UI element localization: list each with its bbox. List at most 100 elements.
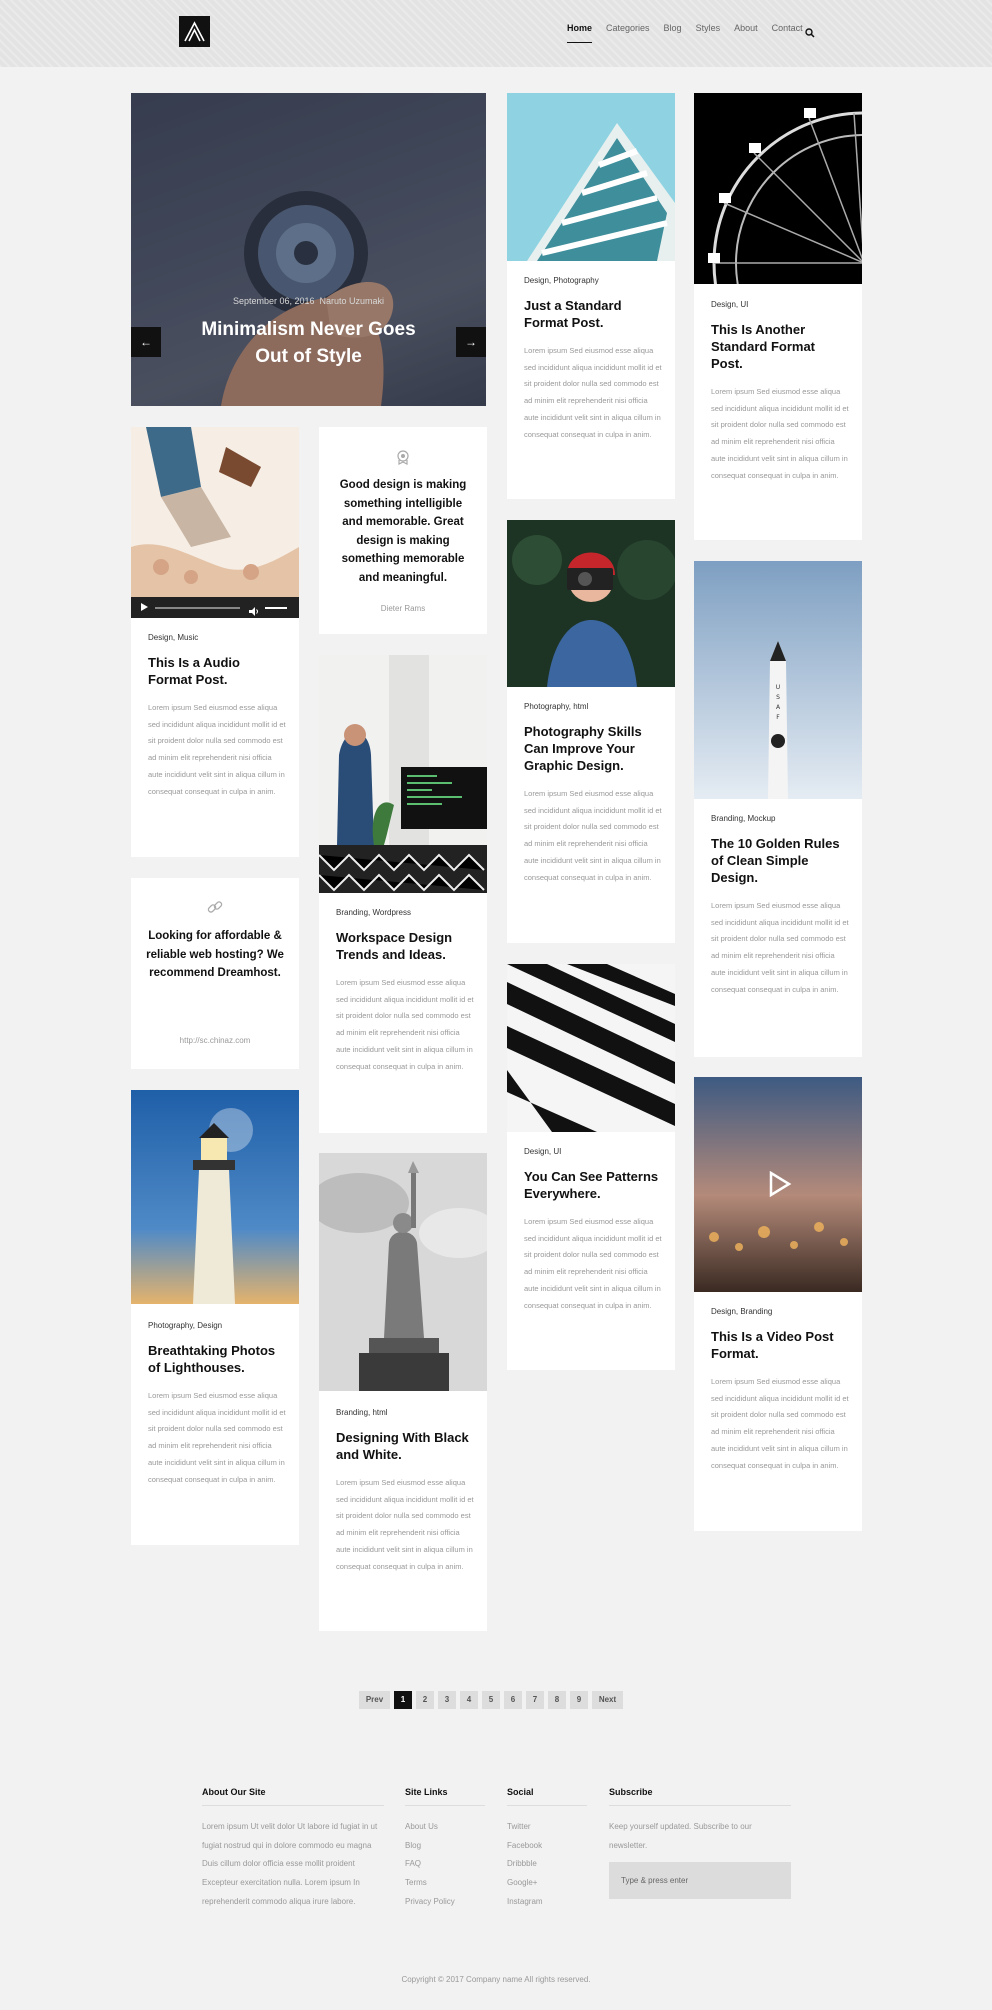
slide-author[interactable]: Naruto Uzumaki [320, 296, 385, 306]
pagination-page[interactable]: 2 [416, 1691, 434, 1709]
post-title[interactable]: This Is a Video Post Format. [711, 1328, 849, 1362]
pagination-page[interactable]: 3 [438, 1691, 456, 1709]
post-excerpt: Lorem ipsum Sed eiusmod esse aliqua sed … [524, 789, 662, 882]
link-icon [207, 899, 223, 915]
footer-divider [609, 1805, 791, 1806]
pagination-page[interactable]: 4 [460, 1691, 478, 1709]
post-image-ferris-wheel[interactable] [694, 93, 862, 284]
post-category[interactable]: Photography, html [524, 702, 588, 711]
slide-title[interactable]: Minimalism Never Goes Out of Style [191, 316, 426, 370]
nav-about[interactable]: About [734, 23, 758, 43]
site-logo[interactable] [179, 16, 210, 47]
footer-site-links-title: Site Links [405, 1787, 448, 1797]
post-title[interactable]: The 10 Golden Rules of Clean Simple Desi… [711, 835, 849, 886]
audio-player[interactable] [131, 597, 299, 618]
play-icon[interactable] [766, 1170, 792, 1198]
post-category[interactable]: Design, Music [148, 633, 198, 642]
link-url[interactable]: http://sc.chinaz.com [131, 1036, 299, 1045]
site-header: Home Categories Blog Styles About Contac… [0, 0, 992, 67]
pagination-page[interactable]: 9 [570, 1691, 588, 1709]
footer-link-google-plus[interactable]: Google+ [507, 1874, 587, 1893]
nav-home[interactable]: Home [567, 23, 593, 43]
search-icon[interactable] [805, 25, 815, 38]
nav-blog[interactable]: Blog [664, 23, 682, 43]
post-card-standard: Design, Photography Just a Standard Form… [507, 93, 675, 499]
post-title[interactable]: This Is Another Standard Format Post. [711, 321, 849, 372]
pagination-next[interactable]: Next [592, 1691, 623, 1709]
post-title[interactable]: Just a Standard Format Post. [524, 297, 662, 331]
footer-site-links: Site Links About Us Blog FAQ Terms Priva… [405, 1787, 485, 1912]
post-image-workspace[interactable] [319, 655, 487, 893]
link-text: Looking for affordable & reliable web ho… [146, 930, 284, 979]
post-image-lighthouse[interactable] [131, 1090, 299, 1304]
post-excerpt: Lorem ipsum Sed eiusmod esse aliqua sed … [336, 1478, 474, 1571]
post-card-lighthouse: Photography, Design Breathtaking Photos … [131, 1090, 299, 1545]
pagination-prev[interactable]: Prev [359, 1691, 390, 1709]
footer-link-about-us[interactable]: About Us [405, 1818, 485, 1837]
post-card-golden-rules: U S A F Branding, Mockup The 10 Golden R… [694, 561, 862, 1057]
slider-prev-arrow-icon[interactable]: ← [131, 327, 161, 357]
nav-contact[interactable]: Contact [772, 23, 803, 43]
svg-text:F: F [776, 714, 780, 721]
post-category[interactable]: Branding, Wordpress [336, 908, 411, 917]
post-title[interactable]: Photography Skills Can Improve Your Grap… [524, 723, 662, 774]
footer-link-dribbble[interactable]: Dribbble [507, 1855, 587, 1874]
post-card-patterns: Design, UI You Can See Patterns Everywhe… [507, 964, 675, 1370]
svg-text:U: U [776, 684, 780, 691]
footer-link-privacy[interactable]: Privacy Policy [405, 1893, 485, 1912]
post-category[interactable]: Design, Photography [524, 276, 599, 285]
slider-next-arrow-icon[interactable]: → [456, 327, 486, 357]
post-category[interactable]: Design, UI [711, 300, 748, 309]
post-excerpt: Lorem ipsum Sed eiusmod esse aliqua sed … [711, 1377, 849, 1470]
volume-icon[interactable] [249, 603, 259, 616]
featured-slider[interactable]: September 06, 2016 Naruto Uzumaki Minima… [131, 93, 486, 406]
pagination-page[interactable]: 7 [526, 1691, 544, 1709]
subscribe-email-input[interactable] [609, 1862, 791, 1900]
footer-link-twitter[interactable]: Twitter [507, 1818, 587, 1837]
post-excerpt: Lorem ipsum Sed eiusmod esse aliqua sed … [148, 1391, 286, 1484]
pagination-page[interactable]: 6 [504, 1691, 522, 1709]
footer-subscribe-text: Keep yourself updated. Subscribe to our … [609, 1822, 752, 1850]
footer-divider [507, 1805, 587, 1806]
pagination-page-current[interactable]: 1 [394, 1691, 412, 1709]
post-title[interactable]: Designing With Black and White. [336, 1429, 474, 1463]
footer-link-blog[interactable]: Blog [405, 1837, 485, 1856]
post-excerpt: Lorem ipsum Sed eiusmod esse aliqua sed … [336, 978, 474, 1071]
footer-about-title: About Our Site [202, 1787, 266, 1797]
post-title[interactable]: Workspace Design Trends and Ideas. [336, 929, 474, 963]
footer-link-faq[interactable]: FAQ [405, 1855, 485, 1874]
main-nav: Home Categories Blog Styles About Contac… [567, 23, 817, 43]
footer-subscribe-title: Subscribe [609, 1787, 653, 1797]
post-title[interactable]: Breathtaking Photos of Lighthouses. [148, 1342, 286, 1376]
footer-link-terms[interactable]: Terms [405, 1874, 485, 1893]
post-title[interactable]: This Is a Audio Format Post. [148, 654, 286, 688]
nav-categories[interactable]: Categories [606, 23, 650, 43]
pagination: Prev 1 2 3 4 5 6 7 8 9 Next [359, 1691, 627, 1709]
footer-link-instagram[interactable]: Instagram [507, 1893, 587, 1912]
post-image-rocket[interactable]: U S A F [694, 561, 862, 799]
post-card-standard-2: Design, UI This Is Another Standard Form… [694, 93, 862, 540]
post-category[interactable]: Design, UI [524, 1147, 561, 1156]
post-category[interactable]: Branding, html [336, 1408, 388, 1417]
post-category[interactable]: Photography, Design [148, 1321, 222, 1330]
play-icon[interactable] [141, 603, 148, 611]
volume-slider[interactable] [265, 607, 287, 609]
post-image-concert[interactable] [131, 427, 299, 597]
post-title[interactable]: You Can See Patterns Everywhere. [524, 1168, 662, 1202]
nav-styles[interactable]: Styles [696, 23, 721, 43]
post-image-photographer[interactable] [507, 520, 675, 687]
post-image-statue[interactable] [319, 1153, 487, 1391]
post-image-architecture[interactable] [507, 93, 675, 261]
pagination-page[interactable]: 5 [482, 1691, 500, 1709]
post-category[interactable]: Branding, Mockup [711, 814, 775, 823]
audio-progress-bar[interactable] [155, 607, 240, 609]
footer-subscribe: Subscribe Keep yourself updated. Subscri… [609, 1787, 791, 1900]
post-category[interactable]: Design, Branding [711, 1307, 772, 1316]
footer-link-facebook[interactable]: Facebook [507, 1837, 587, 1856]
quote-card: Good design is making something intellig… [319, 427, 487, 634]
post-excerpt: Lorem ipsum Sed eiusmod esse aliqua sed … [524, 1217, 662, 1310]
post-excerpt: Lorem ipsum Sed eiusmod esse aliqua sed … [711, 901, 849, 994]
pagination-page[interactable]: 8 [548, 1691, 566, 1709]
post-image-stripes[interactable] [507, 964, 675, 1132]
post-excerpt: Lorem ipsum Sed eiusmod esse aliqua sed … [711, 387, 849, 480]
